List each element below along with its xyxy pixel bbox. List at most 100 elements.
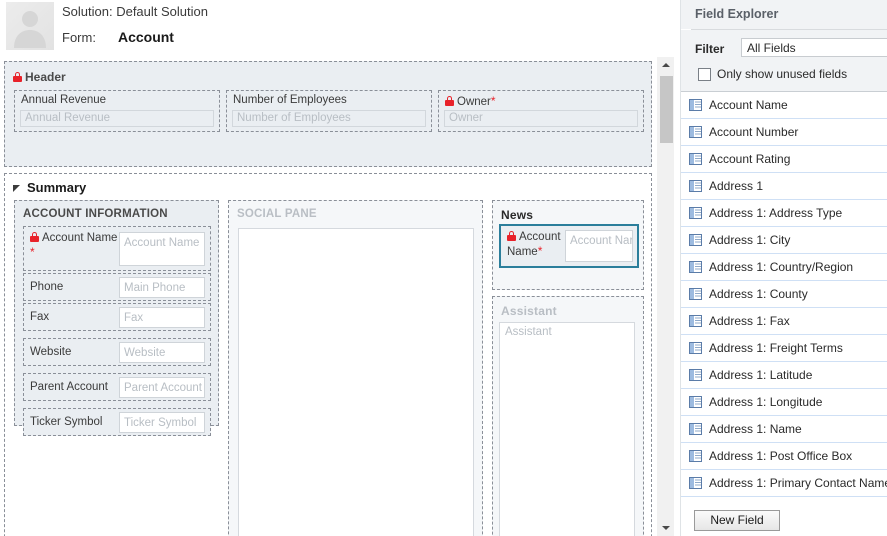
form-field-annual-revenue[interactable]: Annual Revenue Annual Revenue bbox=[14, 90, 220, 132]
field-list-item[interactable]: Address 1: Primary Contact Name bbox=[681, 470, 887, 497]
field-item-label: Address 1: Freight Terms bbox=[709, 341, 843, 355]
field-list-item[interactable]: Address 1: County bbox=[681, 281, 887, 308]
triangle-collapse-icon[interactable] bbox=[13, 185, 20, 192]
form-field-number-of-employees[interactable]: Number of Employees Number of Employees bbox=[226, 90, 432, 132]
field-input[interactable]: Main Phone bbox=[119, 277, 205, 298]
required-asterisk: * bbox=[537, 244, 543, 258]
form-row: Form: Account bbox=[62, 29, 174, 45]
scroll-down-arrow-icon[interactable] bbox=[657, 520, 675, 536]
panel-title: Field Explorer bbox=[695, 7, 779, 21]
field-item-icon bbox=[689, 477, 702, 489]
field-item-label: Address 1: City bbox=[709, 233, 791, 247]
form-group-assistant[interactable]: Assistant Assistant bbox=[492, 296, 644, 536]
field-item-icon bbox=[689, 315, 702, 327]
field-explorer-panel: Field Explorer Filter All Fields Only sh… bbox=[680, 0, 887, 536]
field-list-item[interactable]: Address 1: Freight Terms bbox=[681, 335, 887, 362]
field-input[interactable]: Ticker Symbol bbox=[119, 412, 205, 433]
field-input[interactable]: Account Nar bbox=[565, 230, 633, 262]
field-list-item[interactable]: Address 1: Post Office Box bbox=[681, 443, 887, 470]
form-field-owner[interactable]: Owner* Owner bbox=[438, 90, 644, 132]
lock-icon bbox=[445, 96, 454, 106]
field-item-icon bbox=[689, 342, 702, 354]
form-design-canvas[interactable]: Header Annual Revenue Annual Revenue Num… bbox=[0, 57, 655, 536]
field-list-item[interactable]: Address 1: Latitude bbox=[681, 362, 887, 389]
field-input[interactable]: Website bbox=[119, 342, 205, 363]
field-item-label: Address 1: Name bbox=[709, 422, 802, 436]
field-label: Phone bbox=[30, 281, 64, 293]
field-label: Owner* bbox=[445, 94, 496, 108]
section-header-title: Header bbox=[13, 70, 66, 84]
form-name: Account bbox=[117, 29, 174, 45]
field-list-item[interactable]: Account Rating bbox=[681, 146, 887, 173]
field-label: Number of Employees bbox=[233, 94, 347, 106]
field-list-item[interactable]: Address 1: Address Type bbox=[681, 200, 887, 227]
field-label: Account Name* bbox=[507, 231, 561, 258]
field-list-item[interactable]: Address 1: Name bbox=[681, 416, 887, 443]
form-field-ticker-symbol[interactable]: Ticker Symbol Ticker Symbol bbox=[23, 408, 211, 436]
field-explorer-list[interactable]: Account Name Account Number Account Rating… bbox=[681, 92, 887, 502]
field-item-icon bbox=[689, 207, 702, 219]
field-input[interactable]: Account Name bbox=[119, 232, 205, 266]
field-input[interactable]: Fax bbox=[119, 307, 205, 328]
field-input[interactable]: Number of Employees bbox=[232, 110, 426, 127]
group-title: SOCIAL PANE bbox=[237, 208, 317, 220]
field-input[interactable]: Owner bbox=[444, 110, 638, 127]
field-item-icon bbox=[689, 369, 702, 381]
form-group-news[interactable]: News Account Name* Account Nar bbox=[492, 200, 644, 290]
form-field-news-account-name[interactable]: Account Name* Account Nar bbox=[499, 224, 639, 268]
field-item-icon bbox=[689, 396, 702, 408]
form-field-account-name[interactable]: Account Name * Account Name bbox=[23, 226, 211, 271]
field-list-item[interactable]: Address 1: Longitude bbox=[681, 389, 887, 416]
canvas-vertical-scrollbar[interactable] bbox=[656, 57, 674, 536]
scroll-thumb[interactable] bbox=[660, 76, 673, 143]
field-label: Parent Account bbox=[30, 381, 108, 393]
only-show-unused-checkbox[interactable] bbox=[698, 68, 711, 81]
assistant-placeholder[interactable]: Assistant bbox=[499, 322, 635, 536]
field-item-label: Account Number bbox=[709, 125, 799, 139]
field-input[interactable]: Annual Revenue bbox=[20, 110, 214, 127]
social-pane-placeholder[interactable] bbox=[238, 228, 474, 536]
filter-select[interactable]: All Fields bbox=[741, 38, 887, 57]
form-field-website[interactable]: Website Website bbox=[23, 338, 211, 366]
field-label: Account Name* bbox=[30, 232, 118, 259]
form-group-account-information[interactable]: ACCOUNT INFORMATION Account Name * Accoun… bbox=[14, 200, 219, 436]
new-field-button[interactable]: New Field bbox=[694, 510, 780, 531]
field-list-item[interactable]: Account Number bbox=[681, 119, 887, 146]
field-list-item[interactable]: Address 1: Country/Region bbox=[681, 254, 887, 281]
only-show-unused-label[interactable]: Only show unused fields bbox=[717, 67, 847, 81]
field-explorer-filter-area: Filter All Fields Only show unused field… bbox=[681, 30, 887, 92]
field-label: Fax bbox=[30, 311, 50, 323]
form-field-parent-account[interactable]: Parent Account Parent Account bbox=[23, 373, 211, 401]
field-item-icon bbox=[689, 234, 702, 246]
form-group-social-pane[interactable]: SOCIAL PANE bbox=[228, 200, 483, 536]
form-field-fax[interactable]: Fax Fax bbox=[23, 303, 211, 331]
field-label: Annual Revenue bbox=[21, 94, 107, 106]
field-list-item[interactable]: Account Name bbox=[681, 92, 887, 119]
field-list-item[interactable]: Address 1 bbox=[681, 173, 887, 200]
field-item-label: Address 1: Latitude bbox=[709, 368, 813, 382]
field-item-icon bbox=[689, 288, 702, 300]
field-item-label: Address 1: Address Type bbox=[709, 206, 843, 220]
field-list-item[interactable]: Address 1: Fax bbox=[681, 308, 887, 335]
field-item-icon bbox=[689, 180, 702, 192]
field-input[interactable]: Parent Account bbox=[119, 377, 205, 398]
field-item-label: Address 1: Country/Region bbox=[709, 260, 854, 274]
form-section-header[interactable]: Header Annual Revenue Annual Revenue Num… bbox=[4, 61, 652, 167]
field-item-label: Account Rating bbox=[709, 152, 791, 166]
field-label: Website bbox=[30, 346, 72, 358]
field-item-icon bbox=[689, 261, 702, 273]
field-item-icon bbox=[689, 126, 702, 138]
required-asterisk: * bbox=[490, 94, 496, 108]
field-list-item[interactable]: Address 1: City bbox=[681, 227, 887, 254]
form-label: Form: bbox=[62, 30, 96, 45]
form-field-phone[interactable]: Phone Main Phone bbox=[23, 273, 211, 301]
field-item-label: Address 1: Post Office Box bbox=[709, 449, 853, 463]
field-item-icon bbox=[689, 99, 702, 111]
form-tab-summary[interactable]: Summary ACCOUNT INFORMATION Account Name… bbox=[4, 173, 652, 536]
scroll-up-arrow-icon[interactable] bbox=[657, 57, 675, 73]
required-asterisk: * bbox=[30, 245, 35, 259]
field-item-label: Address 1 bbox=[709, 179, 764, 193]
solution-topbar: Solution: Default Solution Form: Account bbox=[0, 0, 678, 57]
group-title: Assistant bbox=[501, 304, 557, 318]
field-explorer-header: Field Explorer bbox=[681, 0, 887, 29]
